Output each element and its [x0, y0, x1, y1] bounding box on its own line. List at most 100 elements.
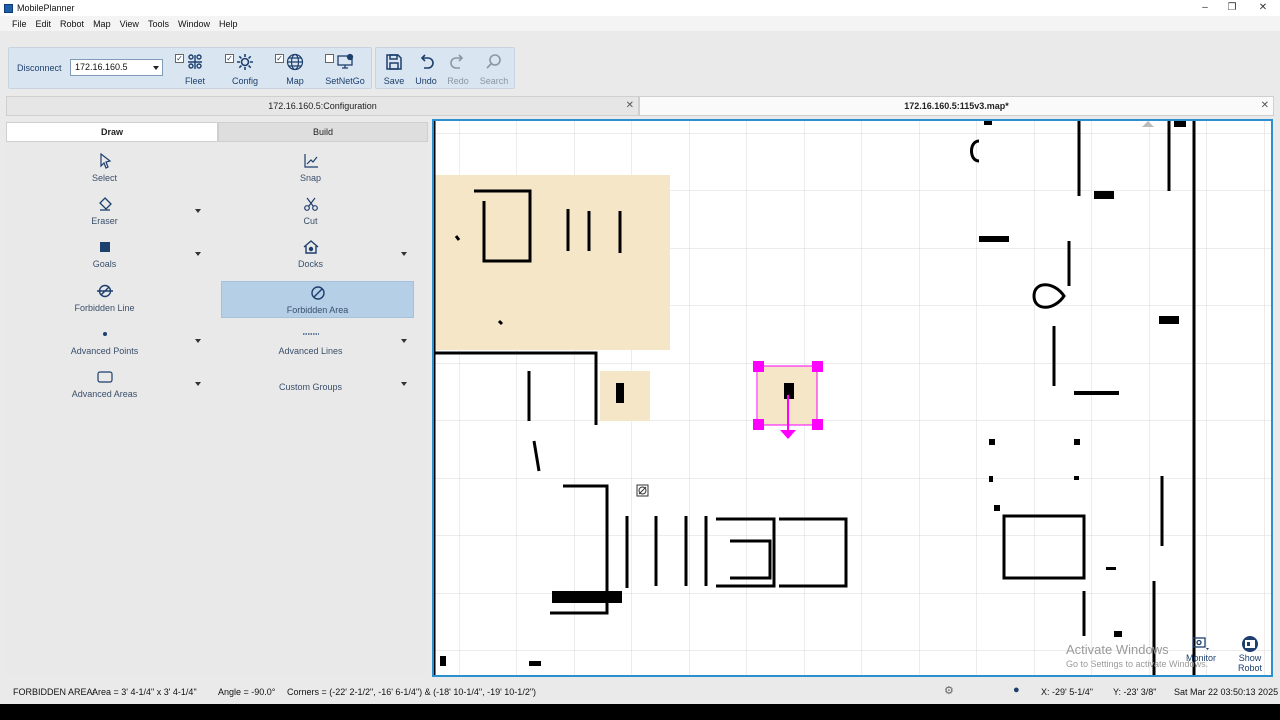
undo-button[interactable]: Undo — [411, 53, 441, 86]
status-type: FORBIDDEN AREA: — [13, 687, 96, 697]
resize-handle[interactable] — [812, 419, 823, 430]
menu-edit[interactable]: Edit — [36, 19, 52, 29]
monitor-label: Monitor — [1185, 653, 1216, 663]
tool-custom-groups[interactable]: Custom Groups — [214, 366, 407, 402]
redo-button[interactable]: Redo — [443, 53, 473, 86]
menu-help[interactable]: Help — [219, 19, 238, 29]
chevron-down-icon[interactable] — [195, 252, 201, 256]
tool-select[interactable]: Select — [8, 150, 201, 186]
connection-toolbar: Disconnect 172.16.160.5 ✓ Fleet ✓ Config… — [8, 47, 372, 89]
undo-label: Undo — [415, 76, 437, 86]
status-area: Area = 3' 4-1/4" x 3' 4-1/4" — [92, 687, 197, 697]
fleet-checkbox[interactable]: ✓ — [175, 54, 184, 63]
config-gear-icon — [237, 54, 253, 70]
scissors-icon — [303, 197, 318, 211]
search-icon — [486, 54, 501, 69]
chevron-down-icon[interactable] — [195, 382, 201, 386]
chevron-down-icon[interactable] — [195, 339, 201, 343]
status-bar: FORBIDDEN AREA: Area = 3' 4-1/4" x 3' 4-… — [0, 682, 1280, 702]
tool-advanced-areas-label: Advanced Areas — [71, 389, 138, 399]
tool-eraser[interactable]: Eraser — [8, 193, 201, 229]
fleet-icon — [188, 54, 202, 69]
map-label: Map — [286, 76, 304, 86]
monitor-button[interactable]: Monitor — [1178, 633, 1224, 675]
chevron-down-icon[interactable] — [401, 252, 407, 256]
toggle-fleet[interactable]: ✓ Fleet — [175, 53, 215, 86]
maximize-button[interactable]: ❐ — [1217, 0, 1247, 16]
minimize-button[interactable]: – — [1190, 0, 1220, 16]
globe-icon — [286, 53, 304, 71]
cursor-x: X: -29' 5-1/4" — [1041, 687, 1093, 697]
robot-icon — [1242, 636, 1258, 652]
tool-snap-label: Snap — [299, 173, 322, 183]
tab-configuration-label: 172.16.160.5:Configuration — [268, 101, 377, 111]
dot-icon — [102, 332, 107, 336]
toggle-config[interactable]: ✓ Config — [225, 53, 265, 86]
dock-house-icon — [303, 240, 318, 254]
setnetgo-checkbox[interactable] — [325, 54, 334, 63]
window-title: MobilePlanner — [17, 3, 75, 13]
close-tab-icon[interactable]: ✕ — [626, 97, 634, 115]
map-drawing[interactable] — [434, 121, 1273, 677]
forbidden-area[interactable] — [600, 371, 650, 421]
tab-configuration[interactable]: 172.16.160.5:Configuration ✕ — [6, 96, 639, 116]
search-button[interactable]: Search — [479, 53, 509, 86]
menu-tools[interactable]: Tools — [148, 19, 169, 29]
tool-advanced-points[interactable]: Advanced Points — [8, 323, 201, 359]
forbidden-line-icon — [96, 284, 113, 298]
close-tab-icon[interactable]: ✕ — [1261, 97, 1269, 115]
resize-handle[interactable] — [753, 419, 764, 430]
tool-docks-label: Docks — [297, 259, 323, 269]
show-robot-button[interactable]: Show Robot — [1230, 633, 1270, 675]
save-label: Save — [383, 76, 405, 86]
config-checkbox[interactable]: ✓ — [225, 54, 234, 63]
settings-small-icon[interactable]: ⚙ — [944, 684, 954, 697]
chevron-down-icon[interactable] — [401, 382, 407, 386]
forbidden-area-cursor-icon — [636, 484, 649, 497]
document-tabs: 172.16.160.5:Configuration ✕ 172.16.160.… — [0, 96, 1280, 116]
status-corners: Corners = (-22' 2-1/2", -16' 6-1/4") & (… — [287, 687, 537, 697]
resize-handle[interactable] — [812, 361, 823, 372]
map-checkbox[interactable]: ✓ — [275, 54, 284, 63]
chevron-down-icon[interactable] — [195, 209, 201, 213]
menu-bar: File Edit Robot Map View Tools Window He… — [0, 16, 1280, 31]
robot-ip-select[interactable]: 172.16.160.5 — [70, 59, 163, 76]
menu-file[interactable]: File — [12, 19, 27, 29]
config-label: Config — [231, 76, 258, 86]
menu-robot[interactable]: Robot — [60, 19, 84, 29]
disconnect-button[interactable]: Disconnect — [17, 63, 62, 73]
save-icon — [386, 54, 402, 70]
forbidden-area[interactable] — [434, 175, 670, 350]
show-robot-label: Show Robot — [1237, 653, 1263, 673]
search-label: Search — [479, 76, 509, 86]
menu-view[interactable]: View — [120, 19, 139, 29]
tool-advanced-lines[interactable]: Advanced Lines — [214, 323, 407, 359]
tool-goals-label: Goals — [92, 259, 117, 269]
tool-cut[interactable]: Cut — [214, 193, 407, 229]
tool-forbidden-line[interactable]: Forbidden Line — [8, 280, 201, 316]
fleet-label: Fleet — [184, 76, 205, 86]
chevron-down-icon — [153, 66, 159, 70]
cursor-y: Y: -23' 3/8" — [1113, 687, 1157, 697]
monitor-icon — [1192, 637, 1209, 650]
menu-window[interactable]: Window — [178, 19, 210, 29]
tool-advanced-areas[interactable]: Advanced Areas — [8, 366, 201, 402]
save-button[interactable]: Save — [379, 53, 409, 86]
tool-eraser-label: Eraser — [91, 216, 118, 226]
resize-handle[interactable] — [753, 361, 764, 372]
tool-docks[interactable]: Docks — [214, 236, 407, 272]
map-canvas[interactable] — [432, 119, 1273, 677]
toggle-map[interactable]: ✓ Map — [275, 53, 315, 86]
tab-draw[interactable]: Draw — [6, 122, 218, 142]
toggle-setnetgo[interactable]: SetNetGo — [325, 53, 365, 86]
tool-goals[interactable]: Goals — [8, 236, 201, 272]
tab-map[interactable]: 172.16.160.5:115v3.map* ✕ — [639, 96, 1274, 116]
tab-build[interactable]: Build — [218, 122, 428, 142]
tool-forbidden-area[interactable]: Forbidden Area — [221, 281, 414, 318]
app-logo-icon — [4, 3, 13, 13]
tool-snap[interactable]: Snap — [214, 150, 407, 186]
menu-map[interactable]: Map — [93, 19, 111, 29]
chevron-down-icon[interactable] — [401, 339, 407, 343]
tool-advanced-lines-label: Advanced Lines — [278, 346, 343, 356]
close-window-button[interactable]: ✕ — [1248, 0, 1278, 16]
